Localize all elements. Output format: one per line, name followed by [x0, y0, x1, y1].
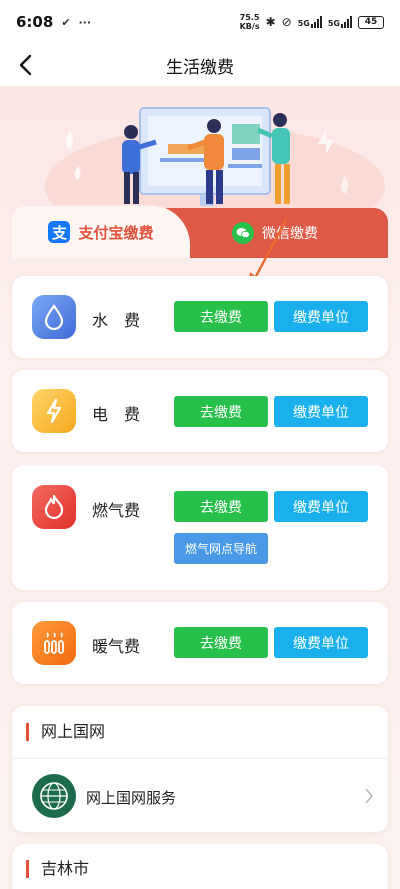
vibrate-icon: ⊘: [281, 15, 292, 29]
alipay-icon: 支: [48, 221, 71, 243]
chevron-right-icon: [365, 788, 374, 804]
nav-bar: 生活缴费: [0, 44, 400, 86]
bill-card-electricity: 电 费 去缴费 缴费单位: [12, 370, 388, 452]
status-time: 6:08: [16, 13, 54, 31]
bill-label-water: 水 费: [92, 311, 141, 330]
tab-wechat[interactable]: 微信缴费: [162, 208, 388, 258]
payment-tabs: 微信缴费 支 支付宝缴费: [12, 206, 388, 258]
more-dots-icon: ···: [78, 15, 92, 29]
unit-button-water[interactable]: 缴费单位: [274, 301, 368, 332]
lightning-icon: [32, 389, 76, 433]
signal-icon-1: [310, 16, 322, 28]
network-type-1: 5G: [297, 19, 310, 28]
status-bar: 6:08 ✔ ··· 75.5 KB/s ✱ ⊘ 5G 5G 45: [0, 0, 400, 44]
bill-card-water: 水 费 去缴费 缴费单位: [12, 276, 388, 358]
gas-outlet-nav-button[interactable]: 燃气网点导航: [174, 533, 268, 564]
hero-illustration: [0, 86, 400, 246]
bill-label-heating: 暖气费: [92, 637, 141, 656]
section-jilin: 吉林市: [12, 844, 388, 889]
section-state-grid: 网上国网 网上国网服务: [12, 706, 388, 832]
tab-wechat-label: 微信缴费: [262, 226, 318, 242]
section-title-state-grid: 网上国网: [26, 723, 105, 741]
unit-button-gas[interactable]: 缴费单位: [274, 491, 368, 522]
bill-card-heating: 暖气费 去缴费 缴费单位: [12, 602, 388, 684]
back-button[interactable]: [10, 50, 40, 80]
state-grid-icon: [32, 774, 76, 818]
service-label-state-grid: 网上国网服务: [86, 789, 177, 807]
unit-button-electricity[interactable]: 缴费单位: [274, 396, 368, 427]
notification-icon: ✔: [61, 15, 71, 29]
pay-button-gas[interactable]: 去缴费: [174, 491, 268, 522]
tab-alipay-label: 支付宝缴费: [78, 223, 154, 242]
wechat-icon: [232, 222, 254, 244]
bill-label-gas: 燃气费: [92, 501, 141, 520]
unit-button-heating[interactable]: 缴费单位: [274, 627, 368, 658]
bluetooth-icon: ✱: [265, 15, 276, 29]
net-speed-value: 75.5: [239, 13, 260, 22]
bill-card-gas: 燃气费 去缴费 缴费单位 燃气网点导航: [12, 465, 388, 590]
bill-label-electricity: 电 费: [92, 405, 141, 424]
pay-button-water[interactable]: 去缴费: [174, 301, 268, 332]
status-left: 6:08 ✔ ···: [16, 13, 91, 31]
pay-button-electricity[interactable]: 去缴费: [174, 396, 268, 427]
pay-button-heating[interactable]: 去缴费: [174, 627, 268, 658]
water-drop-icon: [32, 295, 76, 339]
heater-icon: [32, 621, 76, 665]
tab-alipay[interactable]: 支 支付宝缴费: [12, 206, 190, 258]
page-title: 生活缴费: [166, 57, 234, 78]
signal-icon-2: [341, 16, 352, 28]
net-speed-unit: KB/s: [239, 22, 260, 31]
status-right: 75.5 KB/s ✱ ⊘ 5G 5G 45: [240, 13, 384, 31]
chevron-left-icon: [19, 54, 32, 76]
section-title-jilin: 吉林市: [26, 860, 89, 878]
network-type-2: 5G: [327, 19, 340, 28]
service-item-state-grid[interactable]: 网上国网服务: [12, 759, 388, 832]
flame-icon: [32, 485, 76, 529]
battery-icon: 45: [358, 15, 384, 29]
